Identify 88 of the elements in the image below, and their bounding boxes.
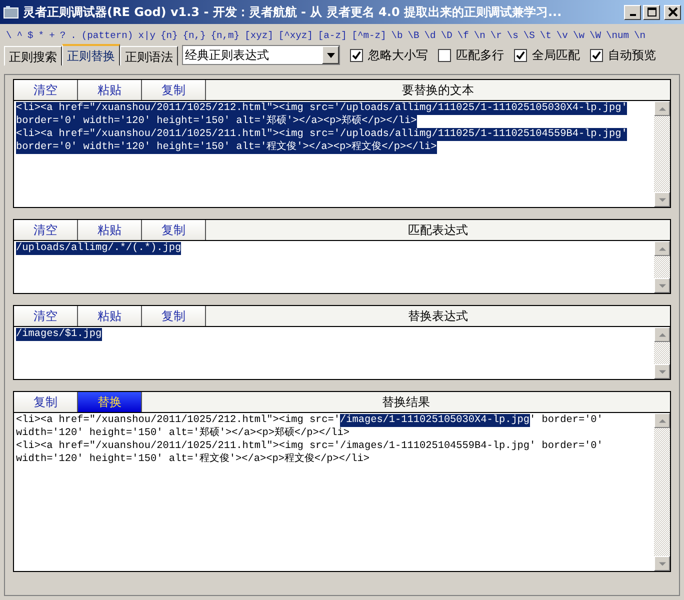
syntax-link[interactable]: \s (506, 30, 518, 41)
toolbar-button[interactable]: 清空 (14, 80, 78, 100)
syntax-link[interactable]: \ (6, 30, 12, 41)
syntax-link[interactable]: \b (391, 30, 403, 41)
scroll-down-icon (654, 192, 670, 207)
checkbox-label: 忽略大小写 (368, 46, 428, 64)
scroll-down-icon (654, 364, 670, 379)
syntax-link[interactable]: {n} (160, 30, 178, 41)
checkbox-label: 匹配多行 (456, 46, 504, 64)
checkbox[interactable] (514, 48, 527, 62)
syntax-link[interactable]: * (38, 30, 44, 41)
toolbar-button[interactable]: 复制 (142, 220, 206, 240)
text-area[interactable] (13, 412, 671, 572)
text-area[interactable] (13, 100, 671, 208)
checkbox[interactable] (350, 48, 363, 62)
close-icon (668, 7, 678, 17)
toolbar-button[interactable]: 复制 (142, 80, 206, 100)
syntax-link[interactable]: + (49, 30, 55, 41)
checkbox[interactable] (438, 48, 451, 62)
syntax-link[interactable]: {n,m} (210, 30, 240, 41)
scroll-up-icon (654, 241, 670, 256)
scroll-down-icon (654, 278, 670, 293)
maximize-icon (646, 7, 656, 17)
window-title: 灵者正则调试器(RE God) v1.3 - 开发：灵者航航 - 从 灵者更名 4.0 提取出来的正则调试兼学习... (23, 4, 563, 20)
toolbar-button[interactable]: 复制 (14, 392, 78, 412)
scroll-up-icon (654, 327, 670, 342)
syntax-link[interactable]: \B (408, 30, 420, 41)
minimize-icon (630, 14, 636, 16)
toolbar-button[interactable]: 复制 (142, 306, 206, 326)
text-area[interactable]: /uploads/allimg/.*/(.*).jpg (13, 240, 671, 294)
syntax-link[interactable]: \S (523, 30, 535, 41)
scroll-bar[interactable] (654, 241, 670, 293)
syntax-link[interactable]: \n (634, 30, 646, 41)
syntax-link[interactable]: ^ (16, 30, 23, 41)
syntax-link[interactable]: [^m-z] (352, 30, 386, 41)
syntax-link[interactable]: \D (440, 30, 452, 41)
preset-dropdown[interactable]: 经典正则表达式 (182, 45, 340, 65)
toolbar-button[interactable]: 清空 (14, 220, 78, 240)
syntax-link[interactable]: \num (606, 30, 629, 41)
scroll-up-icon (654, 101, 670, 116)
app-icon (3, 4, 19, 20)
toolbar-button[interactable]: 粘贴 (78, 220, 142, 240)
syntax-link[interactable]: \n (474, 30, 486, 41)
text-line: width='120' height='150' alt='程文俊'></a><p>程文俊</p></li> (16, 453, 370, 466)
maximize-button[interactable] (643, 4, 660, 20)
text-area[interactable]: /images/$1.jpg (13, 326, 671, 380)
syntax-link[interactable]: $ (28, 30, 34, 41)
syntax-link[interactable]: \v (556, 30, 568, 41)
scroll-bar[interactable] (654, 413, 670, 571)
toolbar-button[interactable]: 替换 (78, 392, 142, 412)
section-title: 要替换的文本 (401, 82, 475, 99)
text-line: width='120' height='150' alt='郑硕'></a><p>郑硕</p></li> (16, 427, 350, 440)
scroll-bar[interactable] (654, 101, 670, 207)
syntax-link[interactable]: \w (572, 30, 584, 41)
syntax-link[interactable]: x|y (138, 30, 156, 41)
tab[interactable]: 正则搜索 (4, 46, 62, 66)
syntax-link[interactable]: [^xyz] (278, 30, 313, 41)
scroll-bar[interactable] (654, 327, 670, 379)
dropdown-arrow-icon (326, 52, 334, 58)
section-title: 替换表达式 (407, 308, 469, 325)
checkbox-label: 自动预览 (608, 46, 656, 64)
section-title: 替换结果 (381, 394, 431, 411)
close-button[interactable] (664, 4, 681, 20)
syntax-link[interactable]: (pattern) (81, 30, 134, 41)
syntax-link[interactable]: \r (490, 30, 502, 41)
syntax-link[interactable]: {n,} (182, 30, 206, 41)
scroll-up-icon (654, 413, 670, 428)
toolbar-button[interactable]: 清空 (14, 306, 78, 326)
checkbox[interactable] (590, 48, 603, 62)
syntax-link[interactable]: ? (60, 30, 66, 41)
tab[interactable]: 正则替换 (62, 44, 120, 66)
syntax-link[interactable]: [a-z] (318, 30, 347, 41)
minimize-button[interactable] (624, 4, 641, 20)
text-line: <li><a href="/xuanshou/2011/1025/212.html"><img src=' (16, 414, 340, 427)
syntax-link[interactable]: \d (424, 30, 436, 41)
section-title: 匹配表达式 (407, 222, 469, 239)
text-line: ' border='0' (530, 414, 603, 427)
syntax-link[interactable]: \t (540, 30, 552, 41)
scroll-down-icon (654, 556, 670, 571)
tab[interactable]: 正则语法 (120, 46, 178, 66)
syntax-link[interactable]: \f (457, 30, 469, 41)
text-line: <li><a href="/xuanshou/2011/1025/211.html"><img src='/images/1-111025104559B4-lp.jpg' border='0' (16, 440, 603, 452)
syntax-link[interactable]: [xyz] (244, 30, 274, 41)
toolbar-button[interactable]: 粘贴 (78, 306, 142, 326)
checkbox-label: 全局匹配 (532, 46, 580, 64)
toolbar-button[interactable]: 粘贴 (78, 80, 142, 100)
syntax-link[interactable]: . (70, 30, 76, 41)
syntax-link[interactable]: \W (589, 30, 601, 41)
